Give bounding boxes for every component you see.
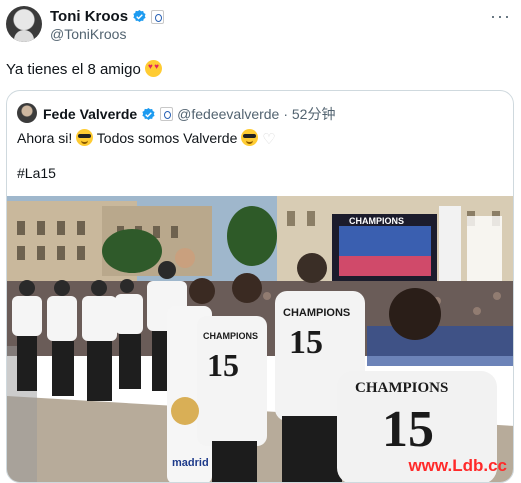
verified-badge-icon <box>142 107 155 120</box>
author-avatar[interactable] <box>6 6 42 42</box>
quoted-photo[interactable]: CHAMPIONS CHAMPIONS 15 CHAMPIONS 15 CHAM… <box>7 196 514 483</box>
author-name[interactable]: Toni Kroos <box>50 8 128 25</box>
tweet-text-content: Ya tienes el 8 amigo <box>6 61 141 78</box>
quoted-header: Fede Valverde @fedeevalverde · 52分钟 <box>43 104 335 124</box>
white-heart-emoji-icon: ♡ <box>262 131 276 148</box>
sunglasses-emoji-icon <box>76 129 94 146</box>
quoted-text-part1: Ahora si! <box>17 130 73 146</box>
sunglasses-emoji-icon <box>241 129 259 146</box>
screen-banner: CHAMPIONS <box>349 216 404 226</box>
quoted-hashtag[interactable]: #La15 <box>17 165 56 181</box>
quoted-author-name[interactable]: Fede Valverde <box>43 106 137 122</box>
quoted-tweet[interactable]: Fede Valverde @fedeevalverde · 52分钟 Ahor… <box>6 90 514 483</box>
author-handle[interactable]: @ToniKroos <box>50 26 126 42</box>
heart-eyes-emoji-icon <box>144 60 162 77</box>
tweet-header: Toni Kroos <box>50 8 165 25</box>
shirt-number-3: 15 <box>382 401 434 458</box>
more-dots-icon[interactable]: ··· <box>490 6 511 27</box>
tweet-text: Ya tienes el 8 amigo <box>6 60 162 78</box>
club-badge-icon <box>151 9 165 24</box>
watermark: www.Ldb.cc <box>408 456 507 475</box>
quoted-timestamp[interactable]: · 52分钟 <box>283 104 335 124</box>
sponsor-text: madrid <box>172 457 209 469</box>
shirt-text-1: CHAMPIONS <box>283 307 350 319</box>
verified-badge-icon <box>133 9 146 22</box>
shirt-number-1: 15 <box>289 324 323 361</box>
shirt-number-2: 15 <box>207 347 239 383</box>
tweet: Toni Kroos @ToniKroos ··· Ya tienes el 8… <box>0 0 521 483</box>
quoted-text-part2: Todos somos Valverde <box>96 130 238 146</box>
shirt-text-3: CHAMPIONS <box>355 380 448 396</box>
quoted-author-handle[interactable]: @fedeevalverde <box>177 106 279 122</box>
shirt-text-2: CHAMPIONS <box>203 331 258 341</box>
quoted-author-avatar[interactable] <box>17 103 37 123</box>
quoted-text: Ahora si! Todos somos Valverde ♡ <box>17 129 276 148</box>
club-badge-icon <box>160 107 174 121</box>
